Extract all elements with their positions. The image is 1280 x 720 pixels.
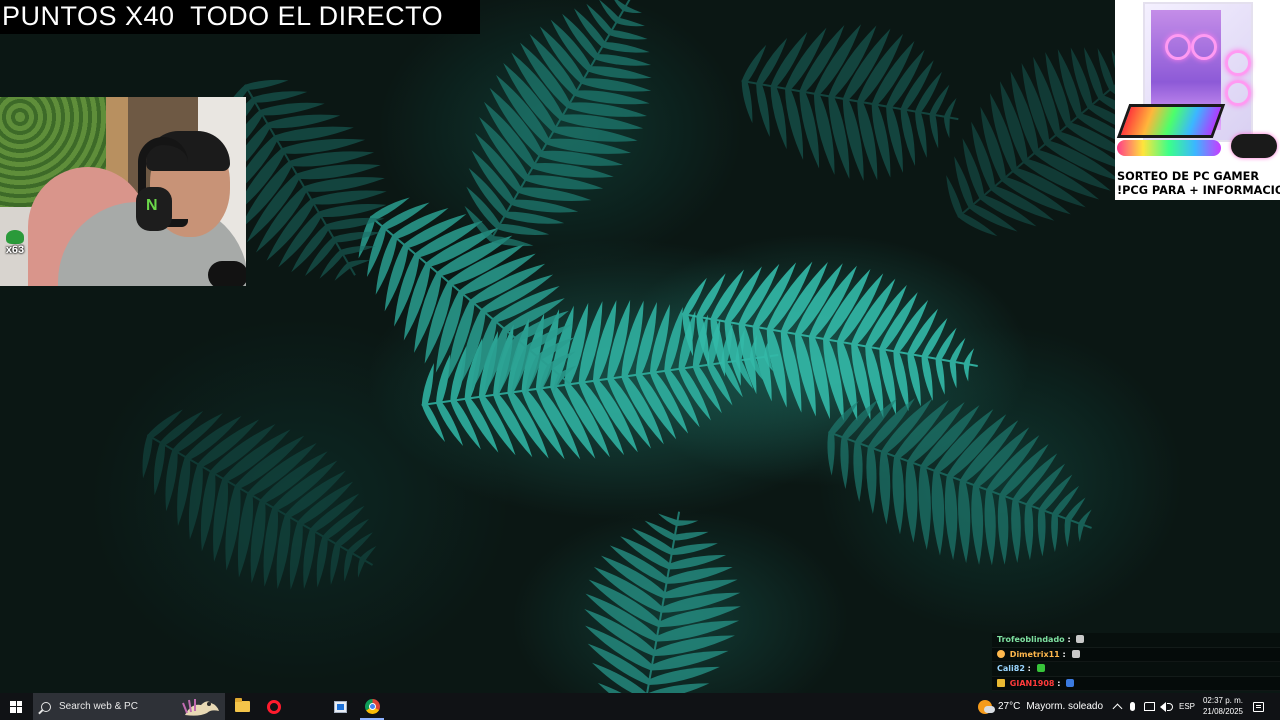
notification-icon <box>1253 701 1264 712</box>
clock-time: 02:37 p. m. <box>1202 696 1244 705</box>
chat-overlay: Trofeoblindado : Dimetrix11 : Cali82 : G… <box>992 633 1280 691</box>
input-language[interactable]: ESP <box>1179 702 1195 711</box>
search-placeholder: Search web & PC <box>59 701 138 712</box>
headphone-logo-icon: N <box>146 197 158 214</box>
partly-sunny-icon <box>978 699 995 714</box>
rgb-lightbar-image <box>1117 140 1221 156</box>
weather-widget[interactable]: 27°C Mayorm. soleado <box>978 693 1103 720</box>
tray-volume[interactable] <box>1160 693 1173 720</box>
badge-icon <box>997 678 1005 687</box>
action-center-button[interactable] <box>1253 693 1264 720</box>
microphone-icon <box>1130 702 1135 711</box>
taskbar-chrome[interactable] <box>356 693 388 720</box>
chat-username: Trofeoblindado <box>997 635 1065 644</box>
frog-icon <box>6 230 24 244</box>
case-fan-icon <box>1191 34 1217 60</box>
taskbar-store[interactable] <box>324 693 356 720</box>
tray-network[interactable] <box>1144 693 1155 720</box>
giveaway-panel: SORTEO DE PC GAMER !PCG PARA + INFORMACI… <box>1115 0 1280 200</box>
weather-condition: Mayorm. soleado <box>1026 701 1104 712</box>
rgb-keyboard-image <box>1116 104 1226 138</box>
chat-username: Dimetrix11 <box>1009 649 1060 659</box>
windows-logo-icon <box>10 700 22 713</box>
case-fan-icon <box>1225 50 1251 76</box>
show-hidden-icons-button[interactable] <box>1112 693 1123 720</box>
webcam-badge-text: x63 <box>5 244 25 256</box>
opera-icon <box>267 699 281 714</box>
chat-username: GIAN1908 <box>1009 678 1055 688</box>
start-button[interactable] <box>0 693 32 720</box>
case-fan-icon <box>1165 34 1191 60</box>
green-emote-icon <box>1036 664 1045 672</box>
taskbar: Search web & PC 27°C Mayorm. soleado ESP <box>0 693 1280 720</box>
weather-temperature: 27°C <box>998 701 1021 712</box>
taskbar-search-box[interactable]: Search web & PC <box>33 693 225 720</box>
microphone <box>208 261 246 286</box>
volume-wave-icon <box>1167 702 1173 711</box>
chat-message: Cali82 : <box>992 662 1280 677</box>
chat-message: GIAN1908 : <box>992 676 1280 691</box>
chevron-up-icon <box>1112 703 1123 714</box>
chat-message: Dimetrix11 : <box>992 647 1280 662</box>
chat-username: Cali82 <box>997 664 1025 673</box>
giveaway-command: !PCG PARA + INFORMACION <box>1117 184 1280 197</box>
store-icon <box>333 700 347 713</box>
taskbar-clock[interactable]: 02:37 p. m. 21/08/2025 <box>1199 695 1247 717</box>
webcam-feed: N x63 <box>0 97 246 286</box>
case-fan-icon <box>1225 80 1251 106</box>
search-icon <box>41 701 51 712</box>
file-explorer-icon <box>234 698 250 712</box>
volume-icon <box>1160 701 1166 712</box>
sword-icon <box>1076 635 1085 643</box>
taskbar-file-explorer[interactable] <box>226 693 258 720</box>
car-emote-icon <box>1066 678 1075 687</box>
giveaway-title: SORTEO DE PC GAMER <box>1117 170 1260 183</box>
chrome-icon <box>364 699 380 714</box>
stream-overlay-title: PUNTOS X40 TODO EL DIRECTO <box>0 0 480 34</box>
tray-microphone[interactable] <box>1130 693 1135 720</box>
taskbar-opera[interactable] <box>258 693 290 720</box>
search-highlight-bird-icon <box>182 699 219 716</box>
badge-icon <box>997 649 1005 658</box>
webcam-badge: x63 <box>3 230 27 256</box>
network-icon <box>1144 702 1155 711</box>
gaming-mouse-image <box>1231 134 1277 158</box>
chat-message: Trofeoblindado : <box>992 633 1280 648</box>
sword-icon <box>1071 649 1080 658</box>
clock-date: 21/08/2025 <box>1202 707 1244 716</box>
